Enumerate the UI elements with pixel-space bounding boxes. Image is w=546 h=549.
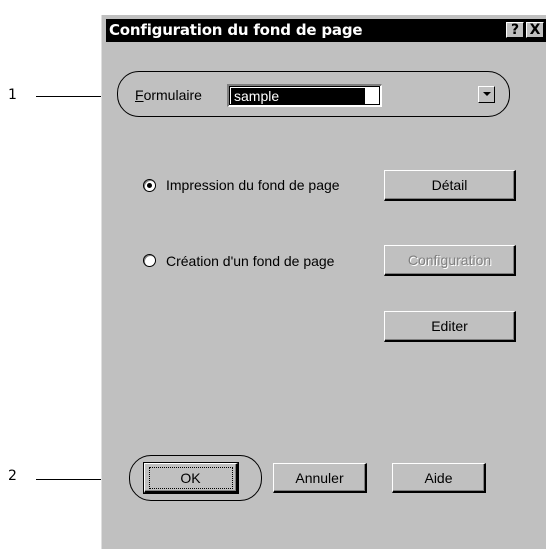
form-label-rest: ormulaire: [143, 87, 202, 103]
print-overlay-label[interactable]: Impression du fond de page: [166, 177, 340, 193]
form-select[interactable]: sample: [227, 84, 382, 107]
configuration-button[interactable]: Configuration: [384, 245, 516, 276]
edit-button[interactable]: Editer: [384, 311, 516, 342]
form-select-dropdown-button[interactable]: [478, 86, 495, 103]
create-overlay-label[interactable]: Création d'un fond de page: [166, 253, 334, 269]
create-overlay-label-text: Création d'un fond de page: [166, 253, 335, 269]
form-select-value: sample: [231, 88, 365, 104]
print-overlay-radio[interactable]: [143, 179, 156, 192]
cancel-button[interactable]: Annuler: [273, 463, 367, 493]
callout-number-1: 1: [8, 87, 17, 103]
dialog-titlebar[interactable]: Configuration du fond de page ? X: [106, 19, 546, 42]
create-overlay-radio[interactable]: [143, 254, 156, 267]
callout-number-2: 2: [8, 468, 17, 484]
form-label: Formulaire: [135, 87, 202, 103]
help-title-button[interactable]: ?: [506, 22, 524, 38]
close-title-button[interactable]: X: [526, 22, 544, 38]
print-overlay-label-text: Impression du fond de page: [166, 177, 340, 193]
detail-button[interactable]: Détail: [384, 170, 516, 201]
help-button[interactable]: Aide: [392, 463, 486, 493]
dialog-title: Configuration du fond de page: [109, 21, 363, 39]
ok-focus-rect: [149, 467, 233, 489]
form-label-mnemonic: F: [135, 87, 144, 103]
